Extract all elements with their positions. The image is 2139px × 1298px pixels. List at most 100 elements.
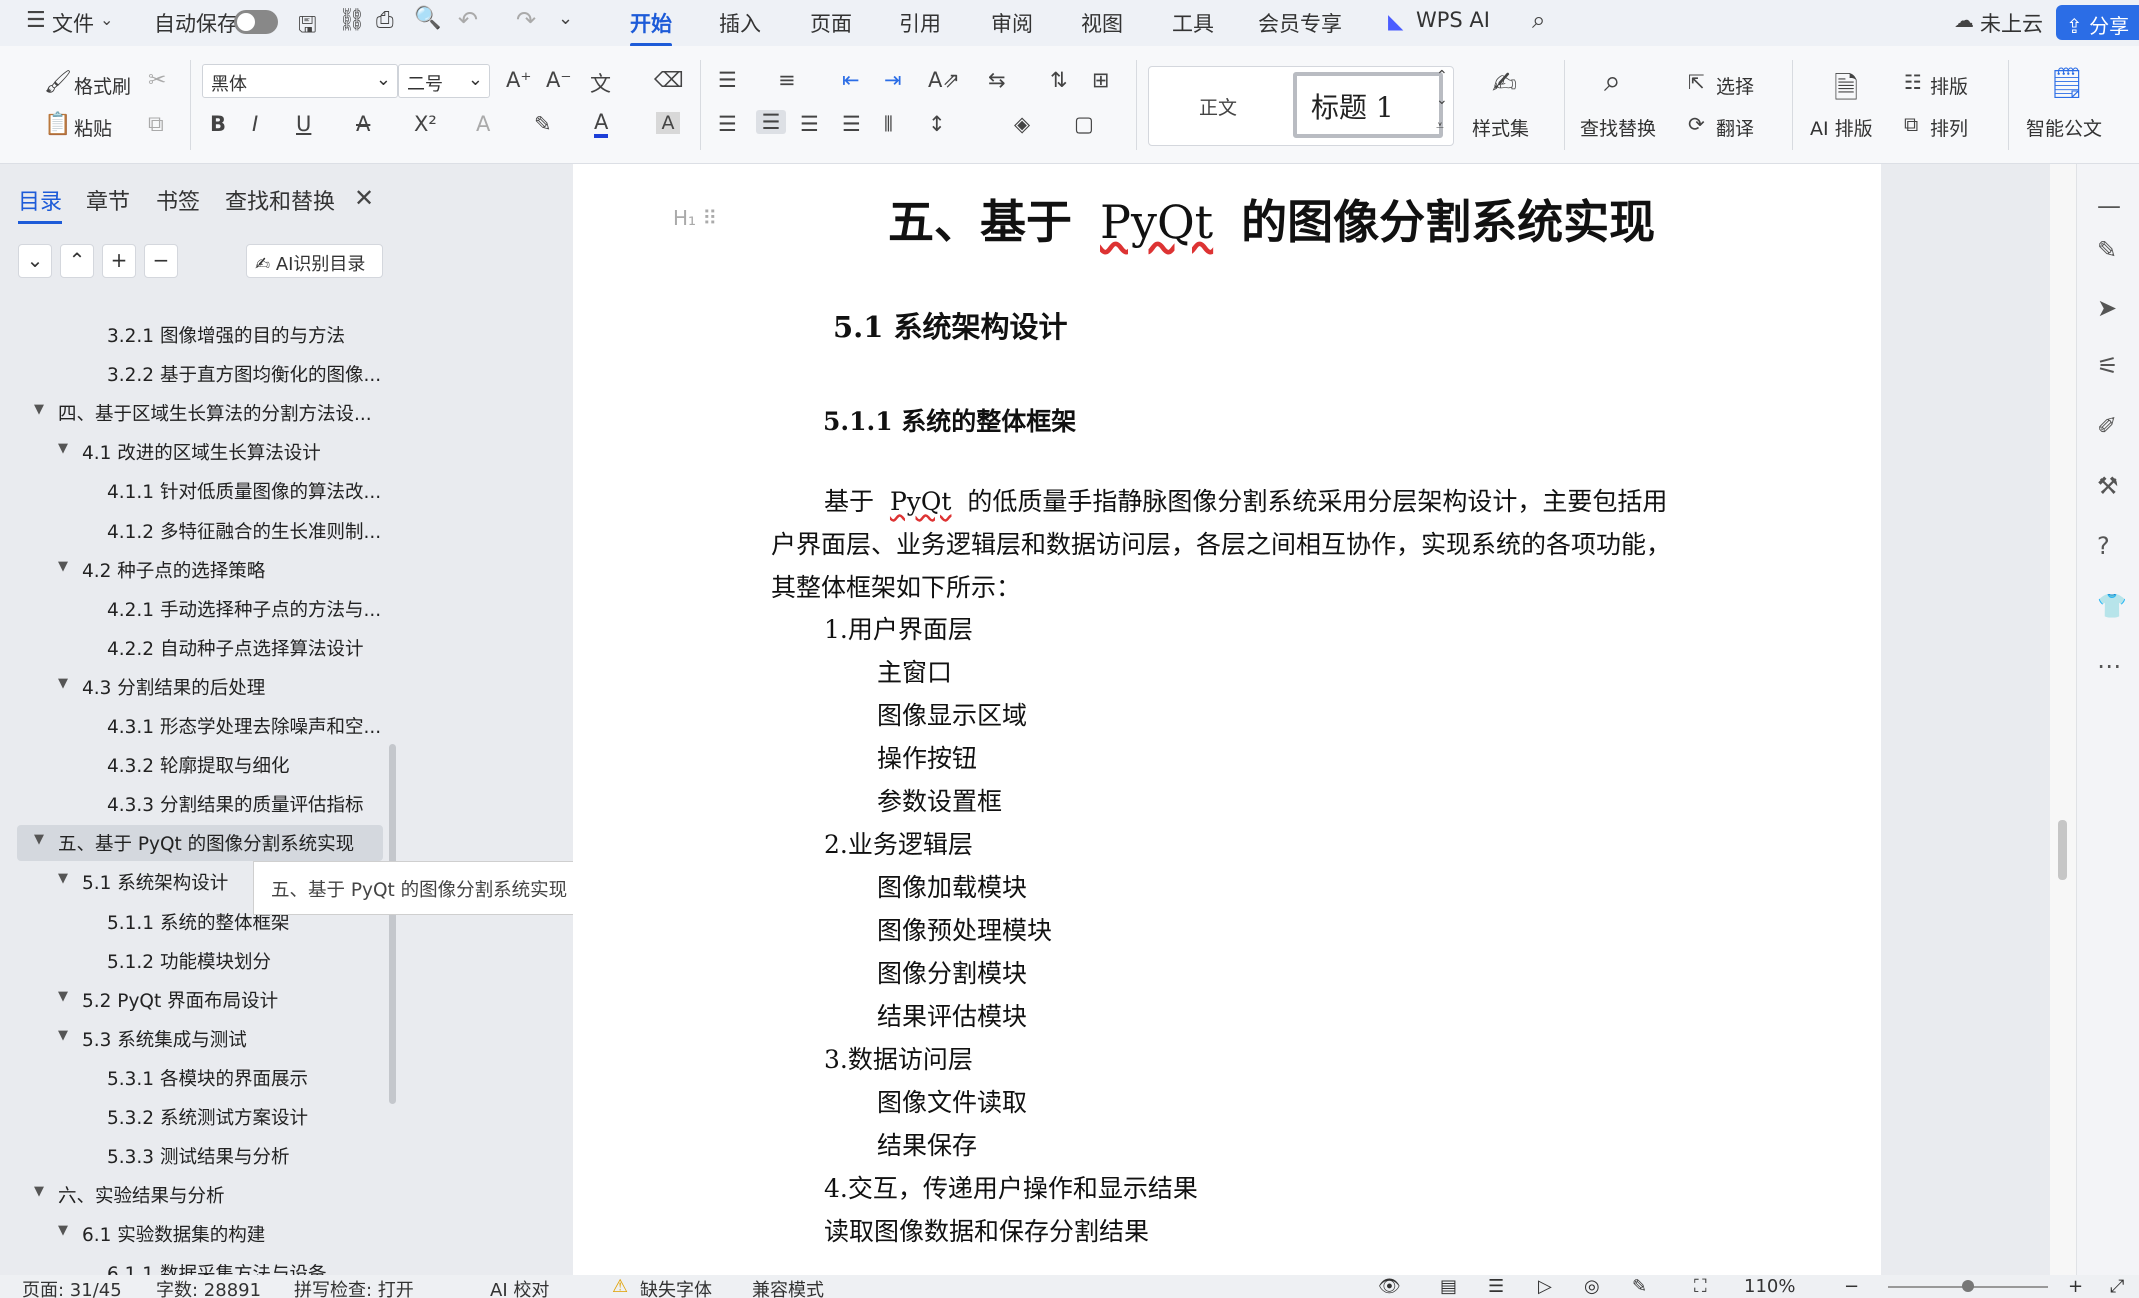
tools-icon[interactable]: ⚒ (2097, 472, 2119, 500)
list-heading[interactable]: 3.数据访问层 (824, 1040, 973, 1076)
print-preview-icon[interactable]: 🔍 (414, 6, 441, 31)
toc-item[interactable]: ▼ 四、基于区域生长算法的分割方法设... (34, 400, 372, 426)
paste-icon[interactable]: 📋 (44, 112, 71, 137)
heading-3[interactable]: 5.1.1 系统的整体框架 (823, 402, 1076, 438)
list-item[interactable]: 操作按钮 (877, 739, 977, 775)
align-left-icon[interactable]: ☰ (718, 112, 737, 136)
shirt-icon[interactable]: 👕 (2097, 592, 2127, 620)
cut-icon[interactable]: ✂ (148, 68, 166, 93)
chevron-down-icon[interactable]: ⌄ (100, 10, 113, 29)
heading-style-marker[interactable]: H₁ ⠿ (673, 206, 717, 230)
outline-view-icon[interactable]: ☰ (1488, 1276, 1504, 1297)
undo-icon[interactable]: ↶ (458, 6, 478, 34)
italic-icon[interactable]: I (252, 112, 258, 136)
list-item[interactable]: 图像预处理模块 (877, 911, 1052, 947)
hamburger-icon[interactable]: ☰ (26, 8, 46, 33)
zoom-slider-thumb[interactable] (1962, 1280, 1974, 1292)
tab-page[interactable]: 页面 (810, 8, 852, 38)
arrange-icon[interactable]: ⧉ (1904, 112, 1918, 136)
decrease-indent-icon[interactable]: ⇤ (842, 68, 860, 92)
list-item[interactable]: 图像加载模块 (877, 868, 1027, 904)
align-right-icon[interactable]: ☰ (800, 112, 819, 136)
list-item[interactable]: 图像文件读取 (877, 1083, 1027, 1119)
select-button[interactable]: 选择 (1716, 72, 1754, 99)
document-page[interactable]: H₁ ⠿ 五、基于 PyQt 的图像分割系统实现 5.1 系统架构设计 5.1.… (573, 164, 1881, 1275)
cursor-icon[interactable]: ➤ (2097, 294, 2117, 322)
print-icon[interactable]: ⎙ (376, 8, 394, 33)
spell-check[interactable]: 拼写检查: 打开 (294, 1276, 414, 1298)
paragraph-line-1[interactable]: 基于 PyQt 的低质量手指静脉图像分割系统采用分层架构设计，主要包括用 (824, 482, 1667, 518)
zoom-level[interactable]: 110% (1744, 1276, 1795, 1297)
compat-mode[interactable]: 兼容模式 (752, 1276, 824, 1298)
toc-item[interactable]: ▼ 五、基于 PyQt 的图像分割系统实现 (34, 830, 354, 856)
list-item[interactable]: 主窗口 (877, 653, 952, 689)
collapse-up-button[interactable]: ⌃ (60, 244, 94, 278)
tab-review[interactable]: 审阅 (991, 8, 1033, 38)
list-heading[interactable]: 2.业务逻辑层 (824, 825, 973, 861)
zoom-out-icon[interactable]: − (1844, 1276, 1859, 1297)
search-icon[interactable]: ⌕ (1532, 6, 1545, 34)
expand-triangle-icon[interactable]: ▼ (58, 441, 68, 456)
line-spacing-icon[interactable]: ↕ (928, 112, 946, 136)
tab-chapters[interactable]: 章节 (86, 184, 130, 216)
find-replace-button[interactable]: 查找替换 (1580, 114, 1656, 141)
increase-indent-icon[interactable]: ⇥ (884, 68, 902, 92)
toc-scrollbar[interactable] (389, 744, 396, 1104)
toc-item[interactable]: 5.3.1 各模块的界面展示 (107, 1065, 308, 1091)
font-name-select[interactable]: 黑体 ⌄ (202, 64, 398, 98)
page-view-icon[interactable]: ▤ (1440, 1276, 1457, 1297)
style-scroll-down-icon[interactable]: ⌄ (1436, 92, 1448, 108)
adjust-icon[interactable]: ⚟ (2097, 352, 2119, 380)
toc-item[interactable]: ▼ 六、实验结果与分析 (34, 1182, 225, 1208)
file-menu[interactable]: 文件 (52, 8, 94, 38)
style-scroll-up-icon[interactable]: ⌃ (1436, 68, 1448, 84)
ai-toc-button[interactable]: ✍ AI识别目录 (246, 244, 383, 278)
tab-find-replace[interactable]: 查找和替换 (225, 184, 335, 216)
toc-item[interactable]: 4.1.1 针对低质量图像的算法改... (107, 478, 381, 504)
expand-triangle-icon[interactable]: ▼ (58, 989, 68, 1004)
edit-icon[interactable]: ✐ (2097, 412, 2117, 440)
layout-button[interactable]: 排版 (1930, 72, 1968, 99)
highlight-icon[interactable]: ✎ (534, 112, 552, 136)
style-set-button[interactable]: 样式集 (1472, 114, 1529, 141)
numbered-list-icon[interactable]: ≡ (778, 68, 796, 92)
zoom-in-icon[interactable]: + (2068, 1276, 2083, 1297)
strikethrough-icon[interactable]: A (356, 112, 370, 136)
tab-toc[interactable]: 目录 (18, 184, 63, 224)
missing-font[interactable]: 缺失字体 (640, 1276, 712, 1298)
link-icon[interactable]: ⛓ (338, 8, 366, 33)
list-item[interactable]: 结果评估模块 (877, 997, 1027, 1033)
toc-item[interactable]: ▼ 5.1 系统架构设计 (58, 869, 228, 895)
toc-item[interactable]: 3.2.2 基于直方图均衡化的图像... (107, 361, 381, 387)
toc-item[interactable]: ▼ 4.1 改进的区域生长算法设计 (58, 439, 321, 465)
expand-triangle-icon[interactable]: ▼ (34, 1184, 44, 1199)
style-heading-1[interactable]: 标题 1 (1293, 72, 1443, 138)
find-icon[interactable]: ⌕ (1604, 64, 1621, 99)
line-break-icon[interactable]: ⇆ (988, 68, 1006, 92)
format-painter-icon[interactable]: 🖌 (44, 70, 72, 95)
list-heading[interactable]: 读取图像数据和保存分割结果 (824, 1212, 1149, 1248)
ai-layout-icon[interactable]: 🗎 (1834, 66, 1858, 117)
help-icon[interactable]: ? (2097, 532, 2110, 560)
toc-item[interactable]: ▼ 4.2 种子点的选择策略 (58, 557, 265, 583)
document-scrollbar-thumb[interactable] (2058, 820, 2067, 880)
expand-triangle-icon[interactable]: ▼ (58, 871, 68, 886)
char-shading-icon[interactable]: A (656, 112, 680, 134)
pen-view-icon[interactable]: ✎ (1632, 1276, 1647, 1297)
eye-icon[interactable]: 👁 (1378, 1276, 1401, 1297)
share-button[interactable]: ⇪ 分享 (2056, 5, 2139, 40)
decrease-font-icon[interactable]: A⁻ (546, 68, 571, 92)
style-expand-icon[interactable]: ⩡ (1436, 118, 1444, 134)
expand-triangle-icon[interactable]: ▼ (58, 1028, 68, 1043)
paragraph-line-2[interactable]: 户界面层、业务逻辑层和数据访问层，各层之间相互协作，实现系统的各项功能， (771, 525, 1671, 561)
increase-font-icon[interactable]: A⁺ (506, 68, 531, 92)
superscript-icon[interactable]: X² (414, 112, 437, 136)
ai-layout-button[interactable]: AI 排版 (1810, 114, 1873, 141)
heading-2[interactable]: 5.1 系统架构设计 (833, 304, 1068, 346)
toc-item[interactable]: 4.2.2 自动种子点选择算法设计 (107, 635, 363, 661)
font-size-select[interactable]: 二号 ⌄ (398, 64, 490, 98)
expand-triangle-icon[interactable]: ▼ (34, 832, 44, 847)
paste-button[interactable]: 粘贴 (74, 114, 112, 141)
tab-wps-ai[interactable]: WPS AI (1416, 8, 1490, 32)
play-icon[interactable]: ▷ (1538, 1276, 1552, 1297)
